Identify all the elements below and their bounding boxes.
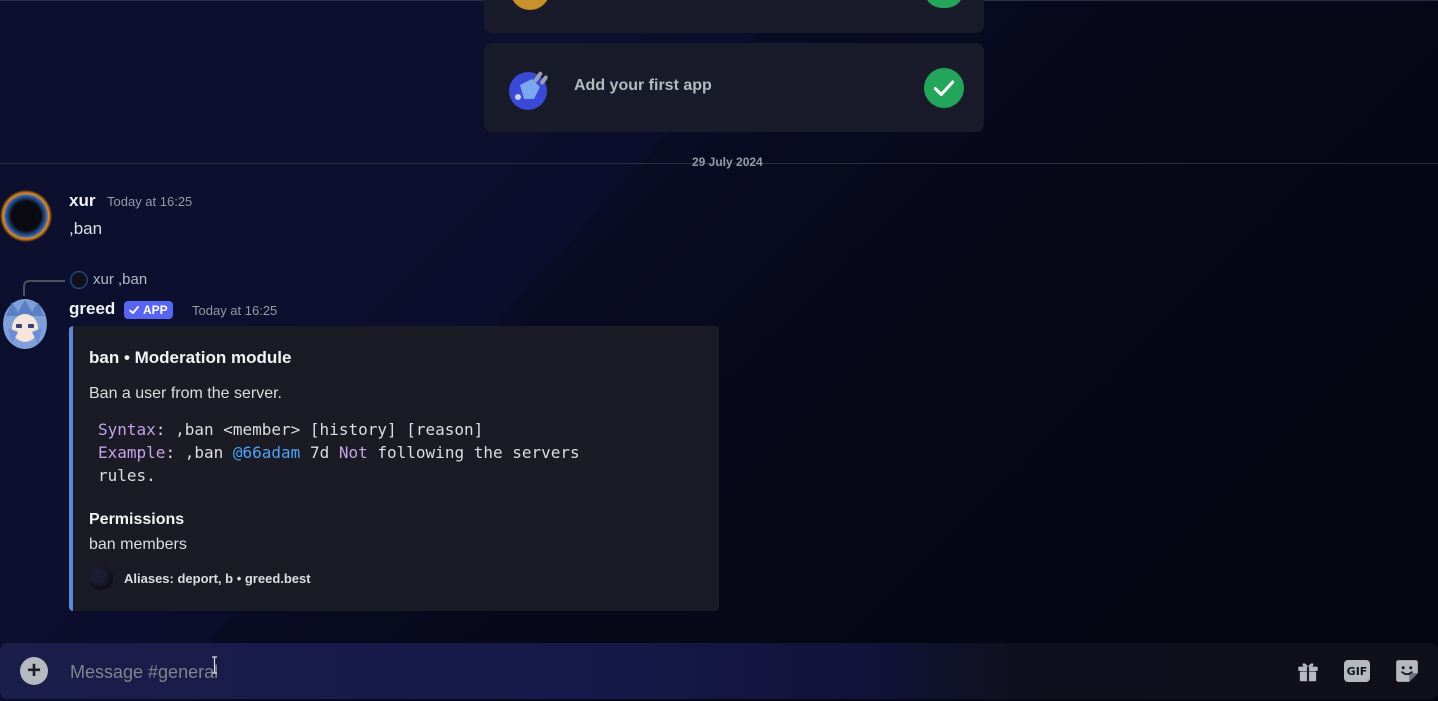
embed-title: ban • Moderation module (89, 348, 292, 367)
embed: ban • Moderation module Ban a user from … (69, 326, 719, 611)
example-wrap: rules. (98, 466, 156, 485)
embed-code-block: Syntax: ,ban <member> [history] [reason]… (89, 418, 688, 487)
app-badge: APP (124, 301, 173, 319)
avatar-greed[interactable] (2, 298, 48, 350)
reply-avatar[interactable] (70, 271, 88, 289)
message-input[interactable] (68, 657, 1252, 687)
previous-step-icon (510, 0, 550, 10)
gift-icon[interactable] (1294, 657, 1322, 685)
previous-step-check-icon (924, 0, 964, 8)
onboarding-card-add-app[interactable]: Add your first app (484, 43, 984, 132)
message-timestamp: Today at 16:25 (192, 303, 278, 318)
sticker-icon[interactable] (1393, 657, 1421, 685)
reply-spine (23, 280, 65, 296)
avatar-xur[interactable] (0, 190, 52, 242)
syntax-value: : ,ban <member> [history] [reason] (155, 420, 484, 439)
text-cursor-icon (212, 656, 217, 674)
reply-author: xur (93, 271, 114, 288)
add-app-label: Add your first app (574, 77, 712, 94)
example-mention[interactable]: @66adam (233, 443, 300, 462)
example-post: following the servers (367, 443, 580, 462)
example-key: Example (98, 443, 166, 462)
reply-preview[interactable]: xur ,ban (93, 271, 147, 288)
embed-field-name: Permissions (89, 511, 185, 528)
embed-footer-text: Aliases: deport, b • greed.best (124, 571, 311, 586)
example-mid: 7d (300, 443, 339, 462)
message-timestamp: Today at 16:25 (107, 194, 193, 209)
example-pre: : ,ban (165, 443, 233, 462)
author-name-xur[interactable]: xur (69, 191, 95, 211)
completed-check-icon (924, 68, 964, 108)
onboarding-card-previous[interactable] (484, 0, 984, 33)
embed-description: Ban a user from the server. (89, 385, 282, 402)
verified-check-icon (129, 306, 139, 314)
embed-footer-icon (89, 566, 113, 590)
embed-field-value: ban members (89, 536, 187, 553)
add-icon[interactable]: + (20, 657, 48, 685)
syntax-key: Syntax (98, 420, 156, 439)
reply-content: ,ban (118, 271, 148, 288)
app-badge-label: APP (143, 303, 168, 317)
example-keyword: Not (338, 443, 368, 462)
author-name-greed[interactable]: greed (69, 299, 115, 319)
message-content: ,ban (69, 219, 103, 238)
gif-icon[interactable]: GIF (1343, 657, 1371, 685)
app-plug-icon (509, 71, 548, 110)
gif-label: GIF (1344, 660, 1370, 682)
date-divider-label: 29 July 2024 (692, 155, 763, 169)
